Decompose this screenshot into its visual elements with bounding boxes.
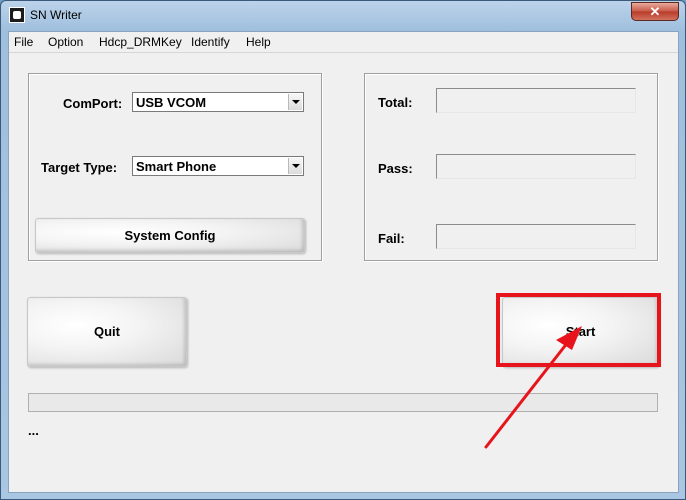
start-highlight-box xyxy=(496,293,661,367)
title-bar: SN Writer ✕ xyxy=(1,1,685,30)
menu-file[interactable]: File xyxy=(14,35,33,49)
target-type-label: Target Type: xyxy=(41,160,118,175)
fail-field xyxy=(436,224,636,249)
stats-group: Total: Pass: Fail: xyxy=(364,73,658,261)
progress-bar xyxy=(28,393,658,412)
quit-button[interactable]: Quit xyxy=(27,297,187,367)
settings-group: ComPort: USB VCOM Target Type: Smart Pho… xyxy=(28,73,322,261)
menu-help[interactable]: Help xyxy=(246,35,271,49)
client-area: File Option Hdcp_DRMKey Identify Help Co… xyxy=(8,31,679,493)
target-type-value: Smart Phone xyxy=(136,159,217,174)
chevron-down-icon[interactable] xyxy=(288,94,302,110)
fail-label: Fail: xyxy=(378,231,405,246)
window-title: SN Writer xyxy=(30,8,82,22)
comport-select[interactable]: USB VCOM xyxy=(132,92,304,112)
menu-hdcp-drmkey[interactable]: Hdcp_DRMKey xyxy=(99,35,182,49)
pass-field xyxy=(436,154,636,179)
total-label: Total: xyxy=(378,95,413,110)
target-type-select[interactable]: Smart Phone xyxy=(132,156,304,176)
system-config-button[interactable]: System Config xyxy=(35,218,305,253)
close-button[interactable]: ✕ xyxy=(631,2,679,21)
chevron-down-icon[interactable] xyxy=(288,158,302,174)
status-text: ... xyxy=(28,423,39,438)
menu-bar: File Option Hdcp_DRMKey Identify Help xyxy=(9,32,678,53)
menu-option[interactable]: Option xyxy=(48,35,83,49)
comport-value: USB VCOM xyxy=(136,95,207,110)
comport-label: ComPort: xyxy=(63,96,123,111)
app-icon xyxy=(9,7,25,23)
total-field xyxy=(436,88,636,113)
sn-writer-window: SN Writer ✕ File Option Hdcp_DRMKey Iden… xyxy=(0,0,686,500)
pass-label: Pass: xyxy=(378,161,413,176)
menu-identify[interactable]: Identify xyxy=(191,35,230,49)
